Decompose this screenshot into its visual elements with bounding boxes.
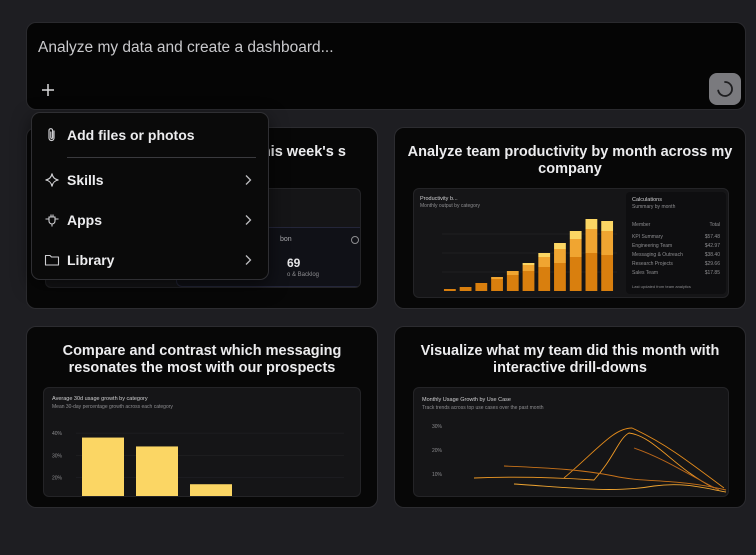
bar — [538, 267, 551, 291]
bar — [522, 263, 535, 265]
bar — [585, 253, 598, 291]
bar — [522, 265, 535, 271]
bar — [506, 275, 519, 291]
bar — [554, 249, 566, 263]
y-tick-label: 40% — [52, 431, 63, 437]
example-card-2[interactable]: Analyze team productivity by month acros… — [394, 127, 746, 309]
card-title: Analyze team productivity by month acros… — [407, 144, 733, 177]
table-cell: $17.85 — [704, 270, 720, 276]
table-cell: $38.40 — [704, 252, 720, 258]
bar — [443, 289, 456, 291]
table-cell: $29.66 — [704, 261, 720, 267]
chevron-right-icon — [244, 254, 254, 266]
bar — [554, 263, 566, 291]
metric-label: bon — [280, 236, 292, 243]
chevron-right-icon — [244, 174, 254, 186]
usage-growth-line-chart — [473, 427, 727, 493]
panel-footnote: Last updated from team analytics — [632, 284, 691, 289]
productivity-chart — [442, 219, 617, 291]
bar — [554, 243, 566, 249]
bar — [538, 253, 551, 257]
table-cell: KPI Summary — [632, 234, 663, 240]
menu-item-label: Library — [67, 252, 115, 268]
table-cell: Research Projects — [632, 261, 673, 267]
plug-icon — [44, 212, 60, 228]
menu-item-library[interactable]: Library — [32, 244, 268, 276]
prompt-input[interactable] — [38, 37, 638, 59]
bar — [585, 229, 598, 253]
menu-item-label: Skills — [67, 172, 104, 188]
bar — [491, 277, 503, 279]
card-title: this week's s — [257, 144, 346, 160]
prompt-box — [26, 22, 746, 110]
y-tick-label: 20% — [52, 476, 63, 482]
y-tick-label: 30% — [52, 453, 63, 459]
table-cell: $42.97 — [704, 243, 720, 249]
menu-item-label: Add files or photos — [67, 127, 195, 143]
bar — [506, 271, 519, 275]
table-cell: $57.48 — [704, 234, 720, 240]
spinner-icon — [717, 81, 733, 97]
card-preview: Monthly Usage Growth by Use Case Track t… — [413, 387, 729, 497]
bar — [475, 283, 488, 291]
menu-item-add-files[interactable]: Add files or photos — [32, 119, 268, 151]
bar — [522, 271, 535, 291]
usage-growth-chart: 40%30%20%10% — [52, 431, 344, 496]
panel-title: Calculations — [632, 197, 662, 203]
card-title: Visualize what my team did this month wi… — [420, 343, 720, 376]
metric-sublabel: o & Backlog — [287, 272, 320, 278]
chevron-right-icon — [244, 214, 254, 226]
menu-item-skills[interactable]: Skills — [32, 164, 268, 196]
example-card-3[interactable]: Compare and contrast which messaging res… — [26, 326, 378, 508]
attach-menu: Add files or photos Skills Apps Library — [31, 112, 269, 280]
series-line — [633, 447, 720, 491]
menu-item-apps[interactable]: Apps — [32, 204, 268, 236]
bar — [491, 279, 503, 291]
bar — [459, 287, 472, 291]
folder-icon — [44, 252, 60, 268]
series-line — [473, 432, 715, 489]
chart-title: Productivity b... — [420, 196, 458, 202]
card-preview: Productivity b... Monthly output by cate… — [413, 188, 729, 298]
bar — [569, 239, 582, 257]
metric-value: 69 — [287, 256, 301, 270]
table-header-total: Total — [709, 222, 720, 228]
menu-item-label: Apps — [67, 212, 102, 228]
chart-subtitle: Monthly output by category — [420, 203, 481, 209]
bar — [585, 219, 598, 229]
panel-subtitle: Summary by month — [632, 204, 676, 210]
table-cell: Sales Team — [632, 270, 659, 276]
card-title: Compare and contrast which messaging res… — [62, 343, 342, 376]
series-line — [513, 483, 727, 493]
bar — [136, 446, 178, 496]
bar — [569, 231, 582, 239]
example-card-4[interactable]: Visualize what my team did this month wi… — [394, 326, 746, 508]
series-line — [563, 427, 725, 489]
chart-subtitle: Mean 30-day percentage growth across eac… — [52, 404, 173, 410]
bar — [569, 257, 582, 291]
info-icon — [351, 236, 359, 244]
sparkle-icon — [44, 172, 60, 188]
bar — [190, 484, 232, 496]
bar — [82, 437, 124, 496]
paperclip-icon — [44, 127, 60, 143]
chart-title: Average 30d usage growth by category — [52, 396, 148, 402]
bar — [601, 255, 614, 291]
calculations-panel: Calculations Summary by month Member Tot… — [626, 192, 726, 294]
plus-icon — [42, 84, 54, 96]
table-cell: Engineering Team — [632, 243, 673, 249]
table-header-member: Member — [632, 222, 651, 228]
bar — [601, 221, 614, 231]
add-button[interactable] — [39, 81, 57, 99]
menu-divider — [67, 157, 256, 158]
card-preview: Average 30d usage growth by category Mea… — [43, 387, 361, 497]
send-button[interactable] — [709, 73, 741, 105]
bar — [601, 231, 614, 255]
table-cell: Messaging & Outreach — [632, 252, 683, 258]
bar — [538, 257, 551, 267]
